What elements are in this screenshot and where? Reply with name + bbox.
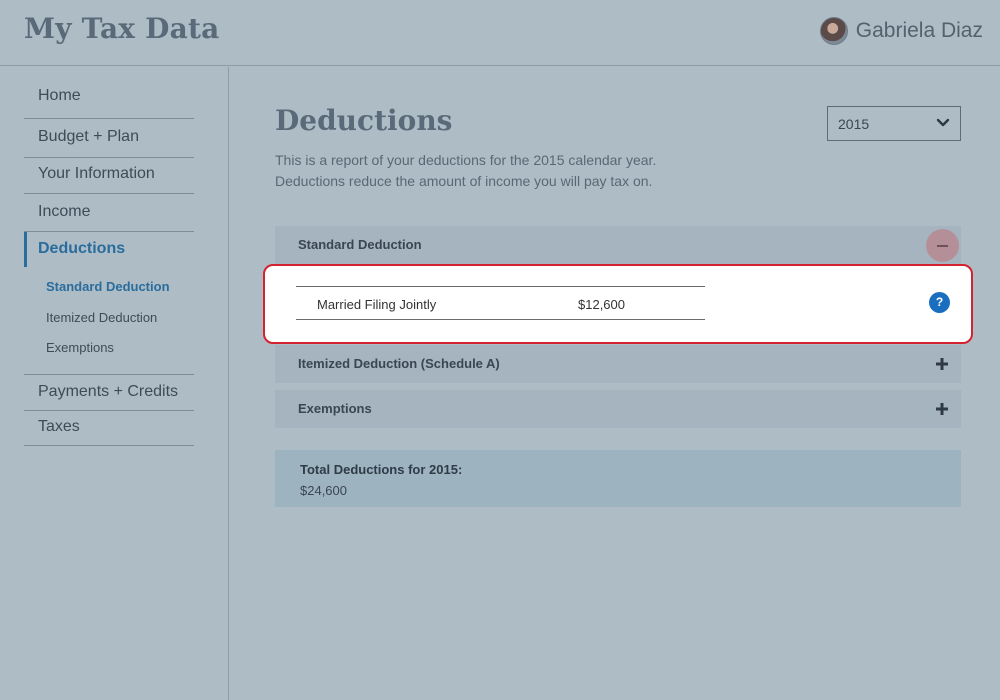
total-deductions-label: Total Deductions for 2015: [300, 462, 463, 477]
sidebar-item-label: Income [38, 203, 91, 220]
sidebar-subitem-exemptions[interactable]: Exemptions [46, 340, 114, 355]
page-description-line1: This is a report of your deductions for … [275, 152, 657, 168]
chevron-down-icon [936, 118, 950, 127]
sidebar-item-taxes[interactable]: Taxes [24, 418, 194, 446]
accordion-label: Exemptions [298, 401, 372, 416]
sidebar-subitem-itemized-deduction[interactable]: Itemized Deduction [46, 310, 157, 325]
accordion-label: Standard Deduction [298, 237, 422, 252]
sidebar-item-label: Taxes [38, 418, 80, 435]
sidebar-item-label: Deductions [38, 240, 126, 257]
sidebar-item-income[interactable]: Income [24, 203, 194, 232]
sidebar-item-payments-credits[interactable]: Payments + Credits [24, 374, 194, 411]
total-deductions-box: Total Deductions for 2015: $24,600 [275, 450, 961, 507]
accordion-label: Itemized Deduction (Schedule A) [298, 356, 500, 371]
filing-status-label: Married Filing Jointly [317, 297, 437, 312]
standard-deduction-amount: $12,600 [578, 297, 625, 312]
avatar[interactable] [819, 17, 848, 45]
divider [296, 286, 705, 287]
minus-icon [937, 245, 948, 247]
sidebar-item-budget-plan[interactable]: Budget + Plan [24, 128, 194, 158]
accordion-itemized-deduction[interactable]: Itemized Deduction (Schedule A) [275, 345, 961, 383]
user-name[interactable]: Gabriela Diaz [856, 19, 983, 43]
user-menu[interactable]: Gabriela Diaz [819, 16, 983, 46]
year-select[interactable]: 2015 [827, 106, 961, 141]
plus-icon [936, 358, 948, 370]
plus-icon [936, 403, 948, 415]
sidebar-subitem-standard-deduction[interactable]: Standard Deduction [46, 279, 170, 294]
sidebar-item-label: Home [38, 87, 81, 104]
divider [296, 319, 705, 320]
total-deductions-value: $24,600 [300, 483, 347, 498]
year-select-value: 2015 [838, 115, 870, 132]
app-header: My Tax Data Gabriela Diaz [0, 0, 1000, 66]
sidebar-item-label: Payments + Credits [38, 383, 179, 400]
page-description-line2: Deductions reduce the amount of income y… [275, 173, 653, 189]
sidebar-item-home[interactable]: Home [24, 87, 194, 119]
accordion-standard-deduction[interactable]: Standard Deduction [275, 226, 961, 264]
sidebar-item-your-information[interactable]: Your Information [24, 165, 194, 194]
collapse-button[interactable] [926, 229, 959, 262]
sidebar-item-deductions[interactable]: Deductions [24, 232, 194, 267]
page-title: Deductions [275, 104, 453, 137]
sidebar-item-label: Budget + Plan [38, 128, 139, 145]
accordion-exemptions[interactable]: Exemptions [275, 390, 961, 428]
sidebar: Home Budget + Plan Your Information Inco… [0, 67, 229, 700]
help-icon[interactable]: ? [929, 292, 950, 313]
app-title[interactable]: My Tax Data [24, 12, 219, 45]
sidebar-item-label: Your Information [38, 165, 155, 182]
